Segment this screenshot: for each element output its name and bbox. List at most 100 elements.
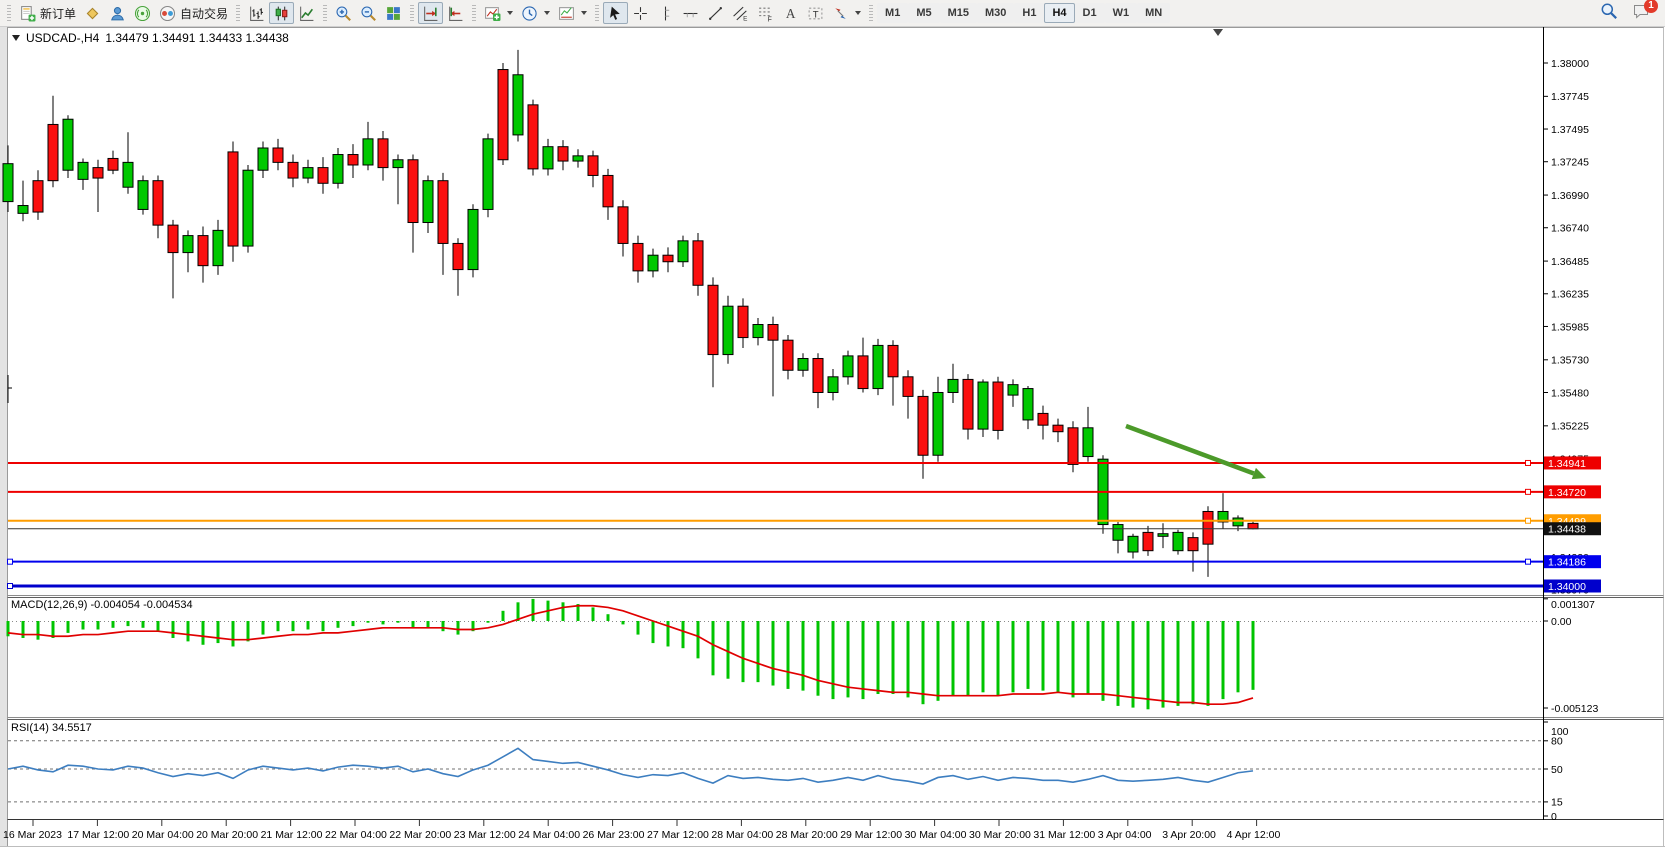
candle-body xyxy=(303,168,313,178)
line-handle[interactable] xyxy=(1526,489,1531,494)
timeframe-m30-button[interactable]: M30 xyxy=(977,3,1014,23)
auto-scroll-button[interactable] xyxy=(418,2,443,24)
svg-text:T: T xyxy=(813,9,819,20)
time-tick-label: 16 Mar 2023 xyxy=(3,829,62,841)
toolbar-grip xyxy=(595,5,599,21)
zoom-in-button[interactable] xyxy=(331,2,356,24)
text-button[interactable]: A xyxy=(778,2,803,24)
notifications-button[interactable]: 1 xyxy=(1630,2,1652,24)
toolbar-grip xyxy=(869,5,873,21)
arrows-button[interactable] xyxy=(828,2,865,24)
periods-button[interactable] xyxy=(517,2,554,24)
signals-icon xyxy=(134,5,151,22)
templates-button[interactable] xyxy=(554,2,591,24)
timeframe-m1-button[interactable]: M1 xyxy=(877,3,908,23)
line-handle[interactable] xyxy=(8,584,13,589)
line-handle[interactable] xyxy=(1526,460,1531,465)
crosshair-icon xyxy=(632,5,649,22)
timeframe-mn-button[interactable]: MN xyxy=(1137,3,1170,23)
candlestick xyxy=(333,148,343,189)
autotrade-button[interactable]: 自动交易 xyxy=(155,2,232,24)
candle-body xyxy=(243,170,253,246)
candle-body xyxy=(678,241,688,262)
candle-chart-button[interactable] xyxy=(269,2,294,24)
signals-button[interactable] xyxy=(130,2,155,24)
macd-bar xyxy=(907,621,910,697)
macd-bar xyxy=(202,621,205,645)
timeframe-m5-button[interactable]: M5 xyxy=(908,3,939,23)
macd-bar xyxy=(217,621,220,643)
time-tick-label: 24 Mar 04:00 xyxy=(518,829,580,841)
timeframe-w1-button[interactable]: W1 xyxy=(1105,3,1138,23)
time-tick-label: 30 Mar 20:00 xyxy=(969,829,1031,841)
search-button[interactable] xyxy=(1598,2,1620,24)
svg-text:F: F xyxy=(768,16,772,22)
candle-body xyxy=(1173,532,1183,550)
text-label-button[interactable]: T xyxy=(803,2,828,24)
candle-body xyxy=(948,379,958,392)
bar-chart-button[interactable] xyxy=(244,2,269,24)
fibonacci-button[interactable]: F xyxy=(753,2,778,24)
chevron-down-icon[interactable] xyxy=(855,11,861,15)
hline-icon xyxy=(682,5,699,22)
vertical-line-button[interactable] xyxy=(653,2,678,24)
timeframe-d1-button[interactable]: D1 xyxy=(1075,3,1105,23)
macd-bar xyxy=(817,621,820,696)
text-icon: A xyxy=(782,5,799,22)
candle-body xyxy=(888,345,898,376)
trendline-button[interactable] xyxy=(703,2,728,24)
macd-bar xyxy=(937,621,940,701)
macd-bar xyxy=(157,621,160,631)
candle-body xyxy=(423,181,433,223)
toolbar-grip xyxy=(7,5,11,21)
chart-shift-button[interactable] xyxy=(443,2,468,24)
market-button[interactable] xyxy=(80,2,105,24)
price-line-label-text: 1.34000 xyxy=(1548,581,1586,593)
line-handle[interactable] xyxy=(8,559,13,564)
macd-bar xyxy=(442,621,445,631)
candle-body xyxy=(1038,413,1048,425)
collapse-chart-icon[interactable] xyxy=(12,35,20,41)
ohlc-values: 1.34479 1.34491 1.34433 1.34438 xyxy=(105,31,289,45)
timeframe-m15-button[interactable]: M15 xyxy=(940,3,977,23)
new-order-button[interactable]: 新订单 xyxy=(15,2,80,24)
line-chart-button[interactable] xyxy=(294,2,319,24)
timeframe-h4-button[interactable]: H4 xyxy=(1044,3,1074,23)
macd-bar xyxy=(622,621,625,624)
tile-windows-button[interactable] xyxy=(381,2,406,24)
community-button[interactable] xyxy=(105,2,130,24)
channel-button[interactable]: E xyxy=(728,2,753,24)
zoom-out-button[interactable] xyxy=(356,2,381,24)
candle-body xyxy=(828,377,838,393)
chevron-down-icon[interactable] xyxy=(544,11,550,15)
macd-bar xyxy=(1027,621,1030,689)
candle-body xyxy=(798,358,808,370)
chevron-down-icon[interactable] xyxy=(581,11,587,15)
candle-body xyxy=(138,181,148,210)
line-handle[interactable] xyxy=(1526,518,1531,523)
cursor-button[interactable] xyxy=(603,2,628,24)
indicators-button[interactable] xyxy=(480,2,517,24)
time-tick-label: 28 Mar 04:00 xyxy=(711,829,773,841)
horizontal-line-button[interactable] xyxy=(678,2,703,24)
candle-body xyxy=(513,75,523,135)
line-handle[interactable] xyxy=(1526,559,1531,564)
chart-bars-icon xyxy=(248,5,265,22)
price-line-label-text: 1.34941 xyxy=(1548,458,1586,470)
search-icon xyxy=(1600,2,1618,25)
candle-body xyxy=(1068,428,1078,465)
candle-body xyxy=(963,379,973,429)
candle-body xyxy=(198,236,208,266)
timeframe-h1-button[interactable]: H1 xyxy=(1014,3,1044,23)
chevron-down-icon[interactable] xyxy=(507,11,513,15)
price-tick-label: 1.36235 xyxy=(1551,289,1589,301)
candle-body xyxy=(1143,532,1153,550)
candle-body xyxy=(93,168,103,178)
chart-area[interactable]: 1.380001.377451.374951.372451.369901.367… xyxy=(0,27,1665,847)
window-edge-left xyxy=(0,27,7,847)
toolb​ar: 新订单 自动交易 E F A T M1M5M15M30H1H4D1W1MN 1 xyxy=(0,0,1665,27)
time-tick-label: 17 Mar 12:00 xyxy=(67,829,129,841)
time-tick-label: 20 Mar 04:00 xyxy=(132,829,194,841)
crosshair-button[interactable] xyxy=(628,2,653,24)
candle-body xyxy=(858,356,868,389)
